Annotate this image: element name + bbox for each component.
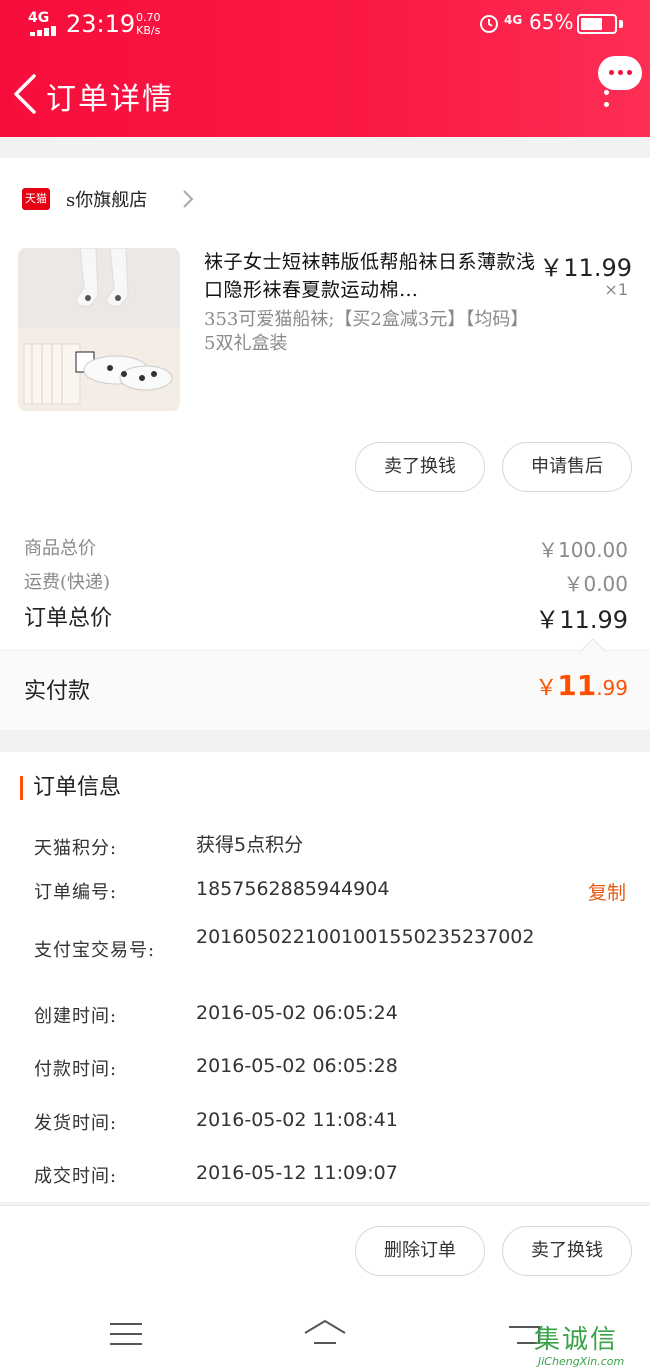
- delete-order-button[interactable]: 删除订单: [355, 1226, 485, 1276]
- menu-icon[interactable]: [110, 1323, 142, 1347]
- tmall-badge: 天猫: [22, 188, 50, 210]
- product-price: ￥11.99: [539, 254, 632, 282]
- signal-label: 4G: [28, 10, 50, 26]
- chevron-right-icon: [183, 190, 194, 208]
- info-value: 2016-05-02 06:05:24: [196, 1002, 398, 1024]
- status-bar: 4G 23:19 0.70 KB/s 4G 65%: [0, 0, 650, 50]
- info-key: 订单编号:: [34, 882, 118, 903]
- paid-decimal: .99: [596, 676, 628, 700]
- paid-label: 实付款: [24, 679, 91, 704]
- shipping-value: ￥0.00: [563, 572, 628, 596]
- battery-level: [581, 18, 602, 30]
- sell-for-cash-button-bottom[interactable]: 卖了换钱: [502, 1226, 632, 1276]
- paid-amount: ￥11.99: [535, 669, 628, 702]
- more-vertical-icon[interactable]: [604, 90, 610, 110]
- socks-image: [18, 248, 180, 411]
- watermark-url: JiChengXin.com: [538, 1355, 625, 1368]
- network-speed: 0.70 KB/s: [136, 11, 161, 37]
- network-speed-value: 0.70: [136, 11, 161, 24]
- info-key: 成交时间:: [34, 1166, 118, 1187]
- info-value: 2016-05-02 06:05:28: [196, 1055, 398, 1077]
- info-key: 发货时间:: [34, 1113, 118, 1134]
- info-key: 支付宝交易号:: [34, 940, 156, 961]
- watermark-logo: 集诚信 JiChengXin.com: [534, 1319, 650, 1372]
- shop-row[interactable]: 天猫 s你旗舰店: [0, 158, 650, 240]
- product-title[interactable]: 袜子女士短袜韩版低帮船袜日系薄款浅口隐形袜春夏款运动棉…: [204, 248, 538, 304]
- order-total-label: 订单总价: [24, 606, 113, 631]
- alipay-trade-number: 2016050221001001550235237002: [196, 926, 535, 948]
- order-number: 1857562885944904: [196, 878, 390, 900]
- order-info-title: 订单信息: [20, 776, 121, 800]
- caret-up-icon: [581, 638, 605, 652]
- shipping-label: 运费(快递): [24, 572, 111, 593]
- goods-total-value: ￥100.00: [538, 538, 628, 562]
- clock: 23:19: [66, 10, 136, 38]
- system-nav-bar: 集诚信 JiChengXin.com: [0, 1295, 650, 1372]
- signal-icon: [30, 26, 58, 36]
- paid-row: 实付款 ￥11.99: [0, 650, 650, 730]
- after-sale-button[interactable]: 申请售后: [502, 442, 632, 492]
- alarm-icon: [480, 15, 498, 33]
- watermark-text: 集诚信: [534, 1325, 619, 1355]
- battery-cap: [619, 20, 623, 28]
- home-icon[interactable]: [302, 1317, 348, 1347]
- battery-icon: [577, 14, 617, 34]
- goods-total-label: 商品总价: [24, 538, 96, 559]
- product-quantity: ×1: [604, 280, 628, 299]
- info-key: 付款时间:: [34, 1059, 118, 1080]
- order-info-section: 订单信息 天猫积分: 获得5点积分 订单编号: 1857562885944904…: [0, 752, 650, 1202]
- network-speed-unit: KB/s: [136, 24, 161, 37]
- network-type: 4G: [504, 13, 523, 27]
- page-title: 订单详情: [46, 82, 174, 117]
- product-thumbnail[interactable]: [18, 248, 180, 411]
- info-value: 2016-05-02 11:08:41: [196, 1109, 398, 1131]
- copy-button[interactable]: 复制: [588, 878, 626, 905]
- info-key: 创建时间:: [34, 1006, 118, 1027]
- paid-integer: 11: [557, 669, 597, 702]
- info-key: 天猫积分:: [34, 838, 118, 859]
- battery-percent: 65%: [529, 10, 574, 34]
- order-card: 天猫 s你旗舰店 袜子女士短袜韩版低帮船袜日系薄款浅口隐形袜春夏款运动棉… 35…: [0, 158, 650, 730]
- product-spec: 353可爱猫船袜;【买2盒减3元】【均码】5双礼盒装: [204, 309, 529, 354]
- chat-bubble-icon[interactable]: [598, 56, 642, 90]
- info-value: 2016-05-12 11:09:07: [196, 1162, 398, 1184]
- shop-name[interactable]: s你旗舰店: [66, 186, 147, 212]
- sell-for-cash-button[interactable]: 卖了换钱: [355, 442, 485, 492]
- order-total-value: ￥11.99: [535, 606, 628, 634]
- chevron-left-icon[interactable]: [8, 72, 42, 116]
- app-header: 4G 23:19 0.70 KB/s 4G 65% 订单详情: [0, 0, 650, 137]
- bottom-action-bar: 删除订单 卖了换钱: [0, 1205, 650, 1295]
- info-value: 获得5点积分: [196, 834, 304, 856]
- paid-currency: ￥: [535, 676, 558, 701]
